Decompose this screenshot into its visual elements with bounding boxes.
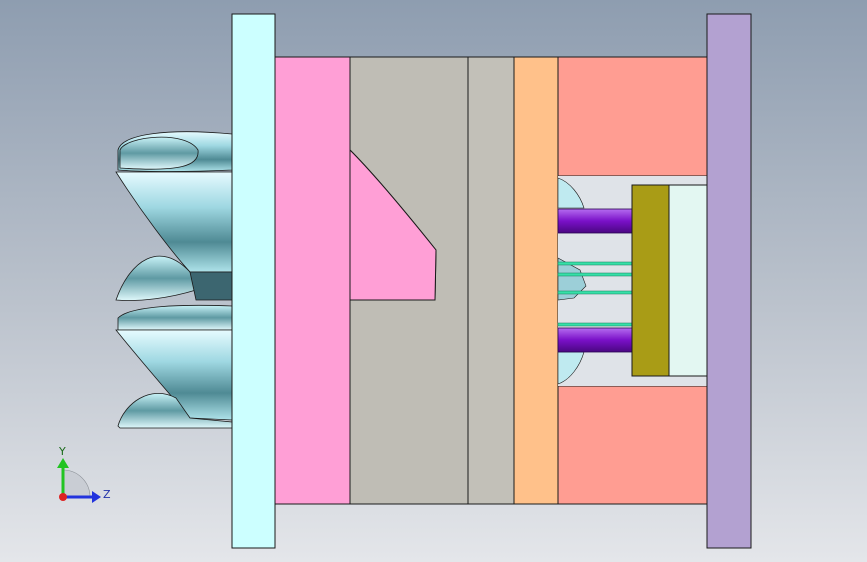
mold-assembly-view[interactable]: Y Z [0,0,867,562]
triad-quadrant [62,469,91,498]
z-axis-label: Z [103,488,111,501]
salmon-spacer-block-top[interactable] [557,56,708,177]
salmon-spacer-block-bottom[interactable] [557,385,708,505]
ejector-retainer-plate[interactable] [631,184,670,377]
y-axis-label: Y [58,445,66,458]
cad-graphics-viewport[interactable]: Y Z [0,0,867,562]
left-clamp-plate[interactable] [231,13,276,549]
z-axis-arrow [92,491,101,503]
sprue-part[interactable] [115,131,233,429]
gray-core-back[interactable] [467,56,515,505]
orange-support-plate[interactable] [513,56,559,505]
x-axis-dot [59,493,67,501]
right-clamp-plate[interactable] [706,13,752,549]
y-axis-arrow [57,458,69,468]
coordinate-triad: Y Z [57,445,111,503]
pink-cavity-plate[interactable] [274,56,351,505]
ejector-plate[interactable] [668,184,708,377]
